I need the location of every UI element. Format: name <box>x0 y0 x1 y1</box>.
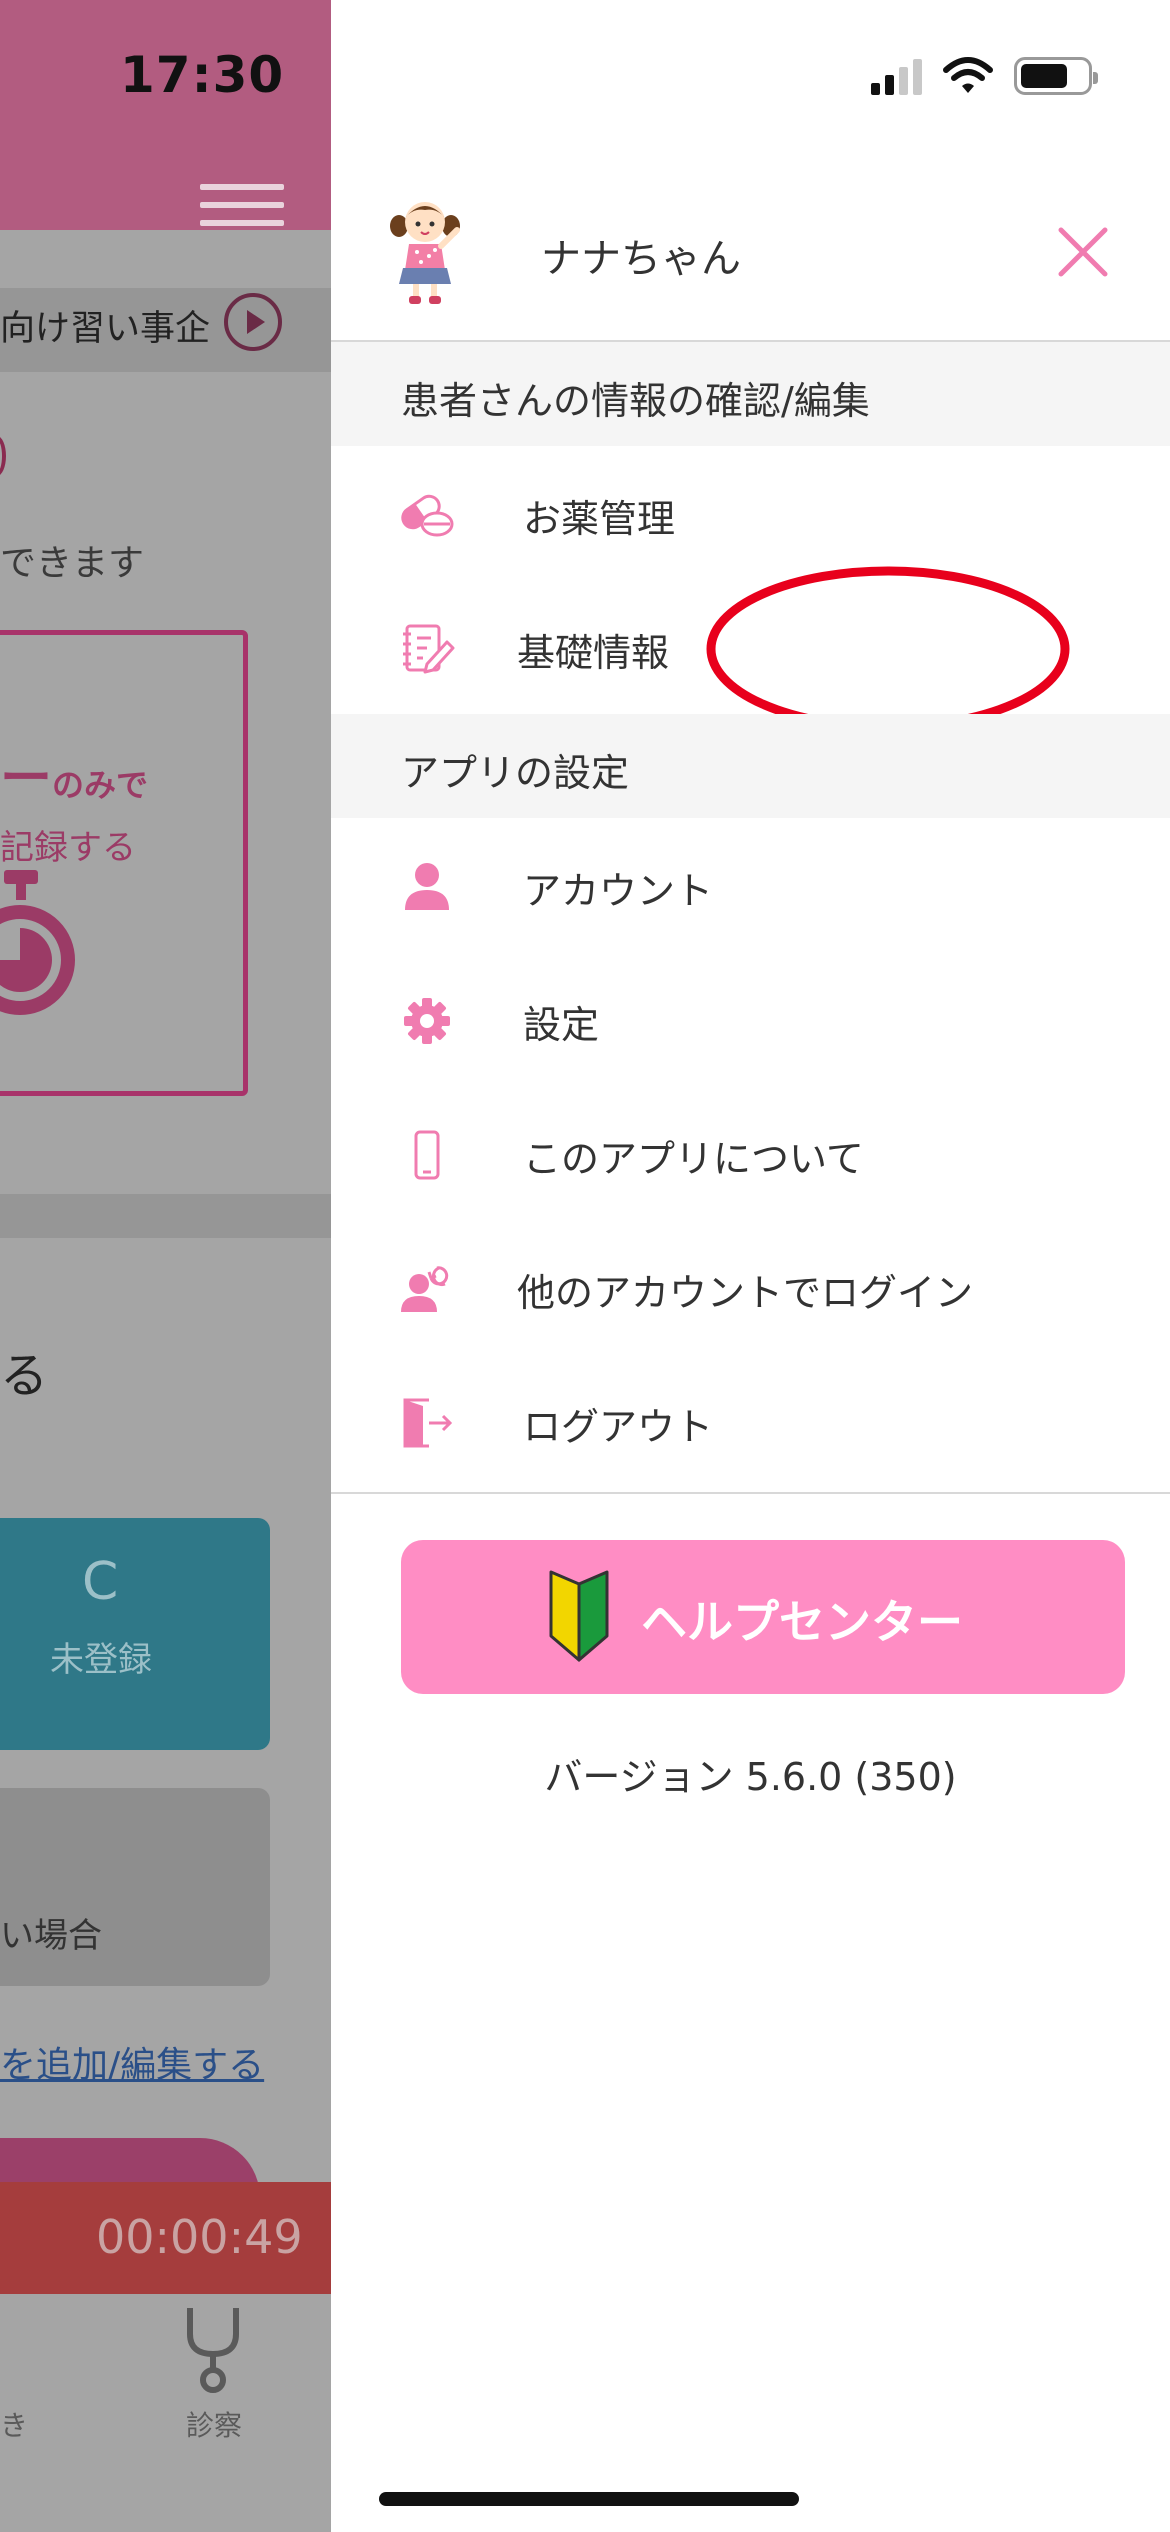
menu-item-about[interactable]: このアプリについて <box>331 1086 1170 1220</box>
background-app-overlay[interactable]: 17:30 向け習い事企 できます ーのみで 記録する る C 未登録 い場合 … <box>0 0 331 2532</box>
bg-status-label: 未登録 <box>50 1640 152 1680</box>
menu-item-basic-info[interactable]: 基礎情報 <box>331 580 1170 714</box>
bg-add-edit-link: を追加/編集する <box>0 2045 265 2086</box>
status-time: 17:30 <box>120 46 285 104</box>
close-icon[interactable] <box>1051 220 1115 284</box>
menu-label-switch-account: 他のアカウントでログイン <box>517 1271 974 1315</box>
pill-icon <box>401 494 454 537</box>
section-header-app-settings: アプリの設定 <box>331 714 1170 818</box>
menu-item-medicine[interactable]: お薬管理 <box>331 446 1170 580</box>
bg-card-subtitle: 記録する <box>0 828 136 868</box>
menu-label-medicine: お薬管理 <box>523 497 676 541</box>
side-drawer: ナナちゃん 患者さんの情報の確認/編集 お薬管理 基礎情報 アプリの設定 アカウ… <box>331 0 1170 2532</box>
status-icons <box>871 56 1098 96</box>
stethoscope-icon <box>187 2308 239 2393</box>
menu-item-switch-account[interactable]: 他のアカウントでログイン <box>331 1220 1170 1354</box>
menu-label-about: このアプリについて <box>523 1137 864 1181</box>
menu-item-logout[interactable]: ログアウト <box>331 1354 1170 1488</box>
menu-label-logout: ログアウト <box>523 1405 714 1449</box>
menu-item-settings[interactable]: 設定 <box>331 952 1170 1086</box>
play-icon <box>224 293 282 351</box>
wifi-icon <box>943 57 993 93</box>
section-header-patient: 患者さんの情報の確認/編集 <box>331 342 1170 446</box>
menu-label-settings: 設定 <box>523 1003 600 1047</box>
child-avatar[interactable] <box>387 196 463 308</box>
person-switch-icon <box>401 1266 449 1312</box>
tab-examination: 診察 <box>186 2409 243 2442</box>
cellular-signal-icon <box>871 57 922 95</box>
bg-ticker-text: 向け習い事企 <box>0 309 211 349</box>
drawer-header: ナナちゃん <box>331 180 1170 342</box>
hamburger-menu-icon <box>200 184 284 228</box>
help-center-label: ヘルプセンター <box>641 1595 963 1649</box>
bg-section-title: る <box>0 1348 49 1404</box>
person-icon <box>405 863 449 910</box>
bg-status-letter: C <box>82 1552 119 1612</box>
bg-decoration <box>0 436 6 476</box>
version-value: 5.6.0 (350) <box>745 1755 957 1799</box>
menu-label-account: アカウント <box>523 869 714 913</box>
version-info: バージョン 5.6.0 (350) <box>331 1746 1170 1801</box>
notes-edit-icon <box>403 624 455 674</box>
smartphone-icon <box>414 1130 440 1180</box>
menu-label-basic-info: 基礎情報 <box>517 631 670 675</box>
bg-divider <box>0 1194 331 1238</box>
child-name[interactable]: ナナちゃん <box>541 226 741 284</box>
bg-card-title: ーのみで <box>0 749 149 809</box>
stopwatch-icon <box>0 870 75 1015</box>
divider <box>331 1492 1170 1494</box>
beginner-mark-icon <box>549 1570 609 1662</box>
section-title-patient: 患者さんの情報の確認/編集 <box>401 379 870 423</box>
logout-door-icon <box>403 1398 453 1448</box>
bg-timer-text: 00:00:49 <box>96 2210 303 2264</box>
bg-description-text: できます <box>0 543 145 584</box>
battery-icon <box>1014 57 1098 95</box>
tab-left-label: き <box>0 2409 29 2442</box>
menu-item-account[interactable]: アカウント <box>331 818 1170 952</box>
help-center-button[interactable]: ヘルプセンター <box>401 1540 1125 1694</box>
section-title-app-settings: アプリの設定 <box>401 751 630 795</box>
home-indicator[interactable] <box>379 2492 799 2506</box>
bg-gray-card-label: い場合 <box>0 1916 102 1956</box>
version-label: バージョン <box>544 1755 734 1799</box>
gear-icon <box>404 998 450 1044</box>
